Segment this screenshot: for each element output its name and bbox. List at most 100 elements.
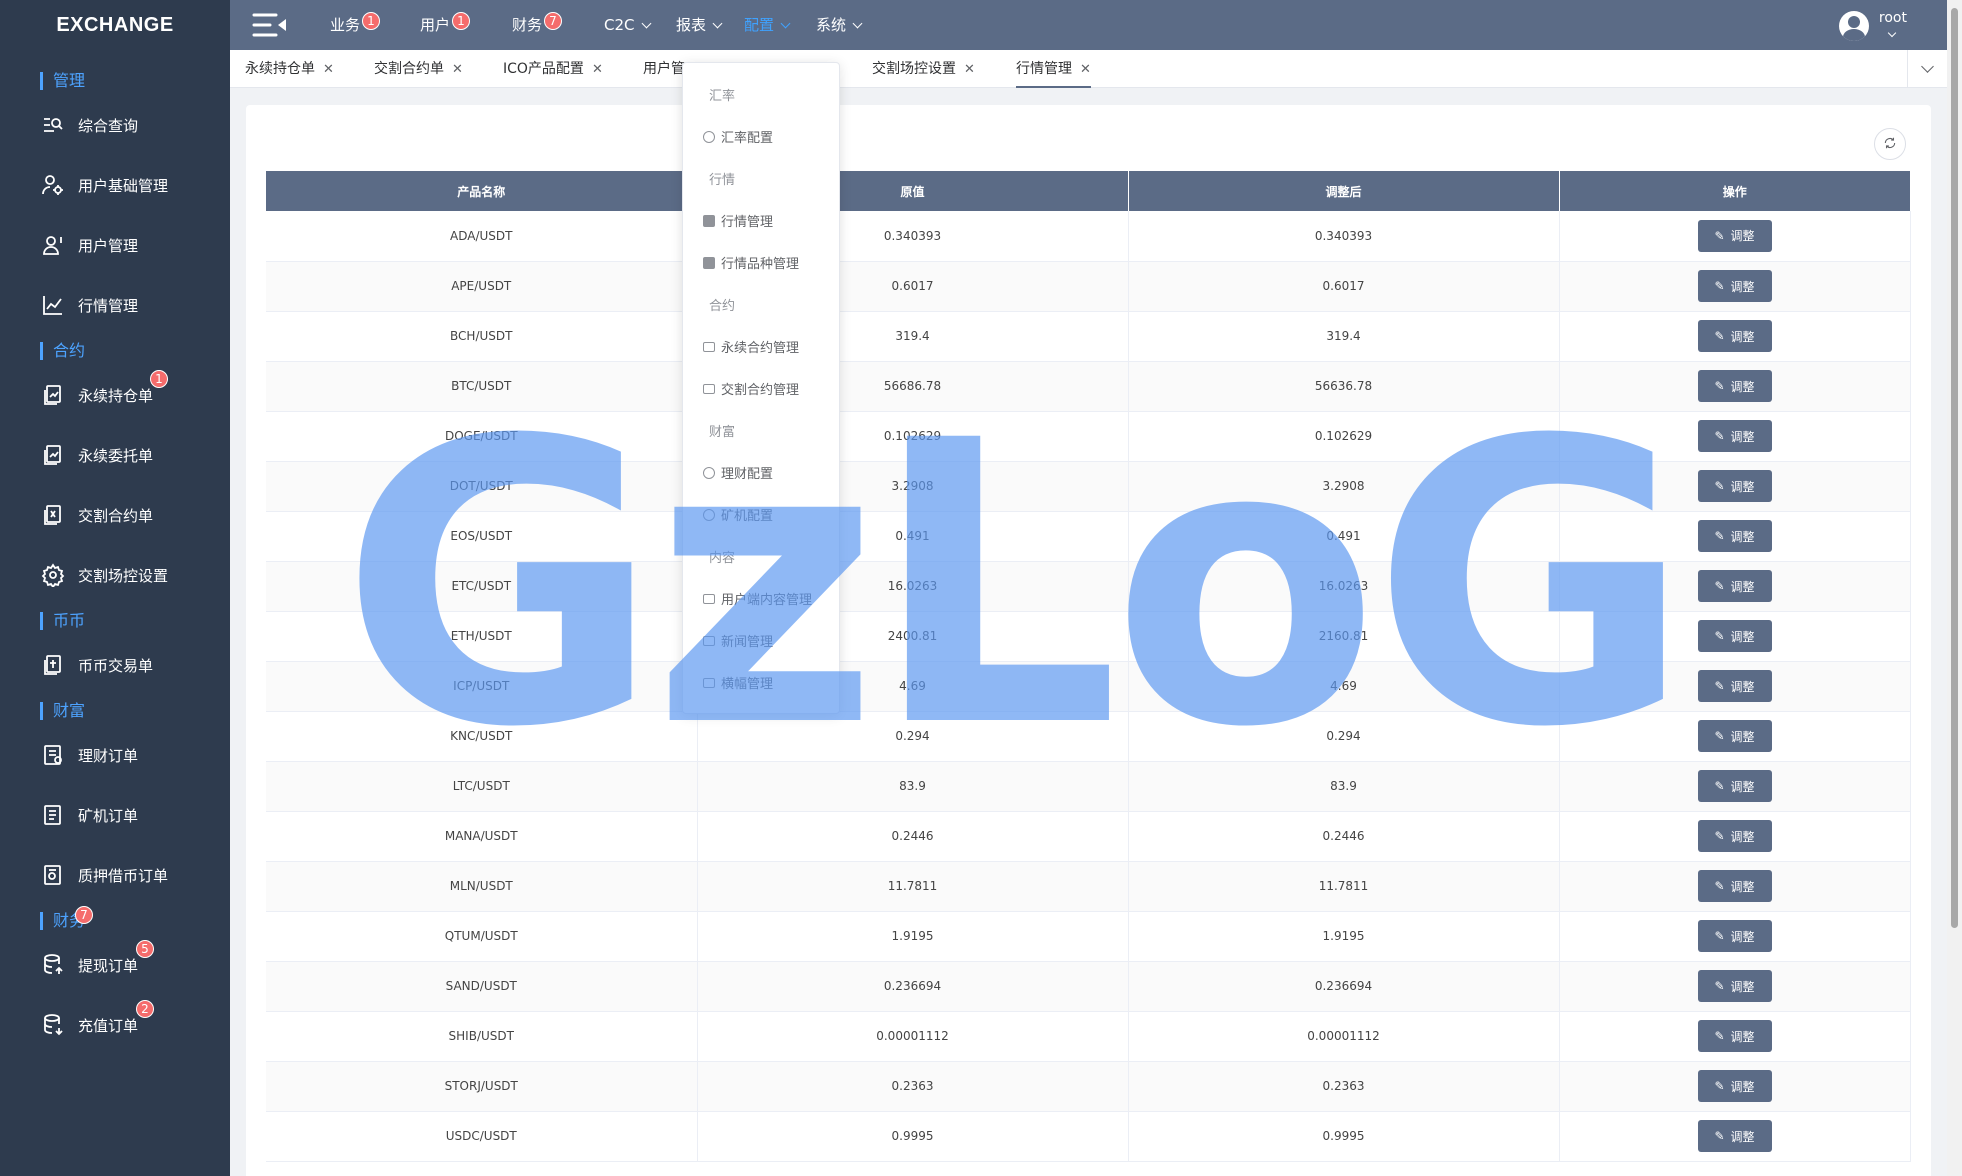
- table-cell-adj: 2160.81: [1128, 611, 1560, 662]
- dropdown-item-delivery-contract[interactable]: 交割合约管理: [703, 379, 799, 398]
- nav-user[interactable]: 用户 1: [420, 0, 470, 50]
- adjust-button[interactable]: ✎ 调整: [1697, 270, 1772, 302]
- tab-delivery-order[interactable]: 交割合约单 ✕: [374, 50, 463, 88]
- sidebar-item-spot-order[interactable]: 币币交易单: [40, 650, 153, 680]
- table-cell-action: ✎ 调整: [1559, 761, 1911, 812]
- sidebar-item-miner-order[interactable]: 矿机订单: [40, 800, 138, 830]
- table-row: MANA/USDT 0.2446 0.2446 ✎ 调整: [266, 811, 1911, 862]
- table-cell-orig: 83.9: [697, 761, 1129, 812]
- page-scrollbar[interactable]: [1947, 0, 1962, 1176]
- adjust-button[interactable]: ✎ 调整: [1697, 1020, 1772, 1052]
- menu-collapse-icon[interactable]: [252, 12, 288, 38]
- table-cell-adj: 319.4: [1128, 311, 1560, 362]
- chevron-down-icon: [712, 18, 723, 29]
- table-cell-orig: 0.9995: [697, 1111, 1129, 1162]
- tab-perpetual-position[interactable]: 永续持仓单 ✕: [245, 50, 334, 88]
- edit-icon: ✎: [1714, 1079, 1725, 1093]
- adjust-button[interactable]: ✎ 调整: [1697, 870, 1772, 902]
- dropdown-item-banner[interactable]: 横幅管理: [703, 673, 773, 692]
- table-cell-name: LTC/USDT: [266, 761, 698, 812]
- dropdown-group: 财富: [709, 425, 736, 440]
- avatar: [1838, 11, 1869, 41]
- sidebar-item-pledge-order[interactable]: 质押借币订单: [40, 860, 168, 890]
- adjust-button[interactable]: ✎ 调整: [1697, 770, 1772, 802]
- nav-business[interactable]: 业务 1: [330, 0, 380, 50]
- sidebar-item-perpetual-order[interactable]: 永续委托单: [40, 440, 153, 470]
- sidebar-item-delivery-order[interactable]: 交割合约单: [40, 500, 153, 530]
- nav-c2c[interactable]: C2C: [604, 0, 651, 50]
- sidebar-item-perpetual-position[interactable]: 永续持仓单 1: [40, 370, 168, 410]
- box-icon: [703, 341, 715, 352]
- dropdown-item-rate-config[interactable]: 汇率配置: [703, 127, 773, 146]
- refresh-button[interactable]: [1874, 128, 1906, 160]
- edit-icon: ✎: [1714, 579, 1725, 593]
- nav-report[interactable]: 报表: [676, 0, 723, 50]
- dropdown-item-client-content[interactable]: 用户端内容管理: [703, 589, 812, 608]
- sidebar-item-finance-order[interactable]: 理财订单: [40, 740, 138, 770]
- line-chart-icon: [40, 292, 66, 318]
- adjust-button[interactable]: ✎ 调整: [1697, 720, 1772, 752]
- nav-finance[interactable]: 财务 7: [512, 0, 562, 50]
- adjust-button[interactable]: ✎ 调整: [1697, 420, 1772, 452]
- adjust-button[interactable]: ✎ 调整: [1697, 970, 1772, 1002]
- adjust-button[interactable]: ✎ 调整: [1697, 520, 1772, 552]
- tab-market-manage[interactable]: 行情管理 ✕: [1016, 50, 1091, 88]
- sidebar-item-market[interactable]: 行情管理: [40, 290, 138, 320]
- database-out-icon: [40, 952, 66, 978]
- sidebar-item-query[interactable]: 综合查询: [40, 110, 138, 140]
- sidebar-item-deposit-order[interactable]: 充值订单 2: [40, 1000, 154, 1040]
- dropdown-item-perpetual-contract[interactable]: 永续合约管理: [703, 337, 799, 356]
- nav-system[interactable]: 系统: [816, 0, 863, 50]
- adjust-button-label: 调整: [1730, 729, 1755, 744]
- sidebar-group-manage: 管理: [40, 72, 85, 90]
- dropdown-item-market-variety[interactable]: 行情品种管理: [703, 253, 799, 272]
- dropdown-item-miner-config[interactable]: 矿机配置: [703, 505, 773, 524]
- scrollbar-thumb[interactable]: [1951, 8, 1958, 928]
- adjust-button[interactable]: ✎ 调整: [1697, 219, 1772, 252]
- dropdown-item-news[interactable]: 新闻管理: [703, 631, 773, 650]
- adjust-button[interactable]: ✎ 调整: [1697, 370, 1772, 402]
- edit-icon: ✎: [1714, 1029, 1725, 1043]
- gear-icon: [703, 130, 715, 143]
- close-icon[interactable]: ✕: [452, 62, 463, 77]
- contract-doc-icon: [40, 382, 66, 408]
- adjust-button[interactable]: ✎ 调整: [1697, 320, 1772, 352]
- table-cell-action: ✎ 调整: [1559, 1061, 1911, 1112]
- adjust-button[interactable]: ✎ 调整: [1697, 570, 1772, 602]
- tab-user-manage[interactable]: 用户管: [643, 50, 685, 88]
- table-cell-adj: 11.7811: [1128, 861, 1560, 912]
- adjust-button[interactable]: ✎ 调整: [1697, 1120, 1772, 1152]
- adjust-button[interactable]: ✎ 调整: [1697, 920, 1772, 952]
- dropdown-group: 汇率: [709, 89, 736, 104]
- sidebar-item-user-basic[interactable]: 用户基础管理: [40, 170, 168, 200]
- sidebar-item-user-manage[interactable]: 用户管理: [40, 230, 138, 260]
- table-row: ETC/USDT 16.0263 16.0263 ✎ 调整: [266, 561, 1911, 612]
- adjust-button[interactable]: ✎ 调整: [1697, 1070, 1772, 1102]
- close-icon[interactable]: ✕: [323, 62, 334, 77]
- dropdown-item-market-manage[interactable]: 行情管理: [703, 211, 773, 230]
- sidebar-item-delivery-control[interactable]: 交割场控设置: [40, 560, 168, 590]
- dropdown-item-finance-config[interactable]: 理财配置: [703, 463, 773, 482]
- nav-config[interactable]: 配置: [744, 0, 791, 50]
- close-icon[interactable]: ✕: [1080, 62, 1091, 77]
- table-row: DOGE/USDT 0.102629 0.102629 ✎ 调整: [266, 411, 1911, 462]
- close-icon[interactable]: ✕: [964, 62, 975, 77]
- tab-delivery-control[interactable]: 交割场控设置 ✕: [872, 50, 975, 88]
- table-cell-adj: 1.9195: [1128, 911, 1560, 962]
- close-icon[interactable]: ✕: [592, 62, 603, 77]
- tab-ico-config[interactable]: ICO产品配置 ✕: [503, 50, 603, 88]
- adjust-button[interactable]: ✎ 调整: [1697, 620, 1772, 652]
- contract-doc-icon: [40, 442, 66, 468]
- box-icon: [703, 593, 715, 604]
- search-list-icon: [40, 112, 66, 138]
- adjust-button[interactable]: ✎ 调整: [1697, 820, 1772, 852]
- tabs-more-chevron-icon[interactable]: [1907, 50, 1947, 88]
- user-menu[interactable]: root: [1838, 8, 1907, 42]
- adjust-button[interactable]: ✎ 调整: [1697, 470, 1772, 502]
- table-cell-adj: 3.2908: [1128, 461, 1560, 512]
- adjust-button[interactable]: ✎ 调整: [1697, 670, 1772, 702]
- table-cell-orig: 0.2446: [697, 811, 1129, 862]
- sidebar-item-withdraw-order[interactable]: 提现订单 5: [40, 940, 154, 980]
- table-cell-name: KNC/USDT: [266, 711, 698, 762]
- column-header: 操作: [1559, 171, 1910, 211]
